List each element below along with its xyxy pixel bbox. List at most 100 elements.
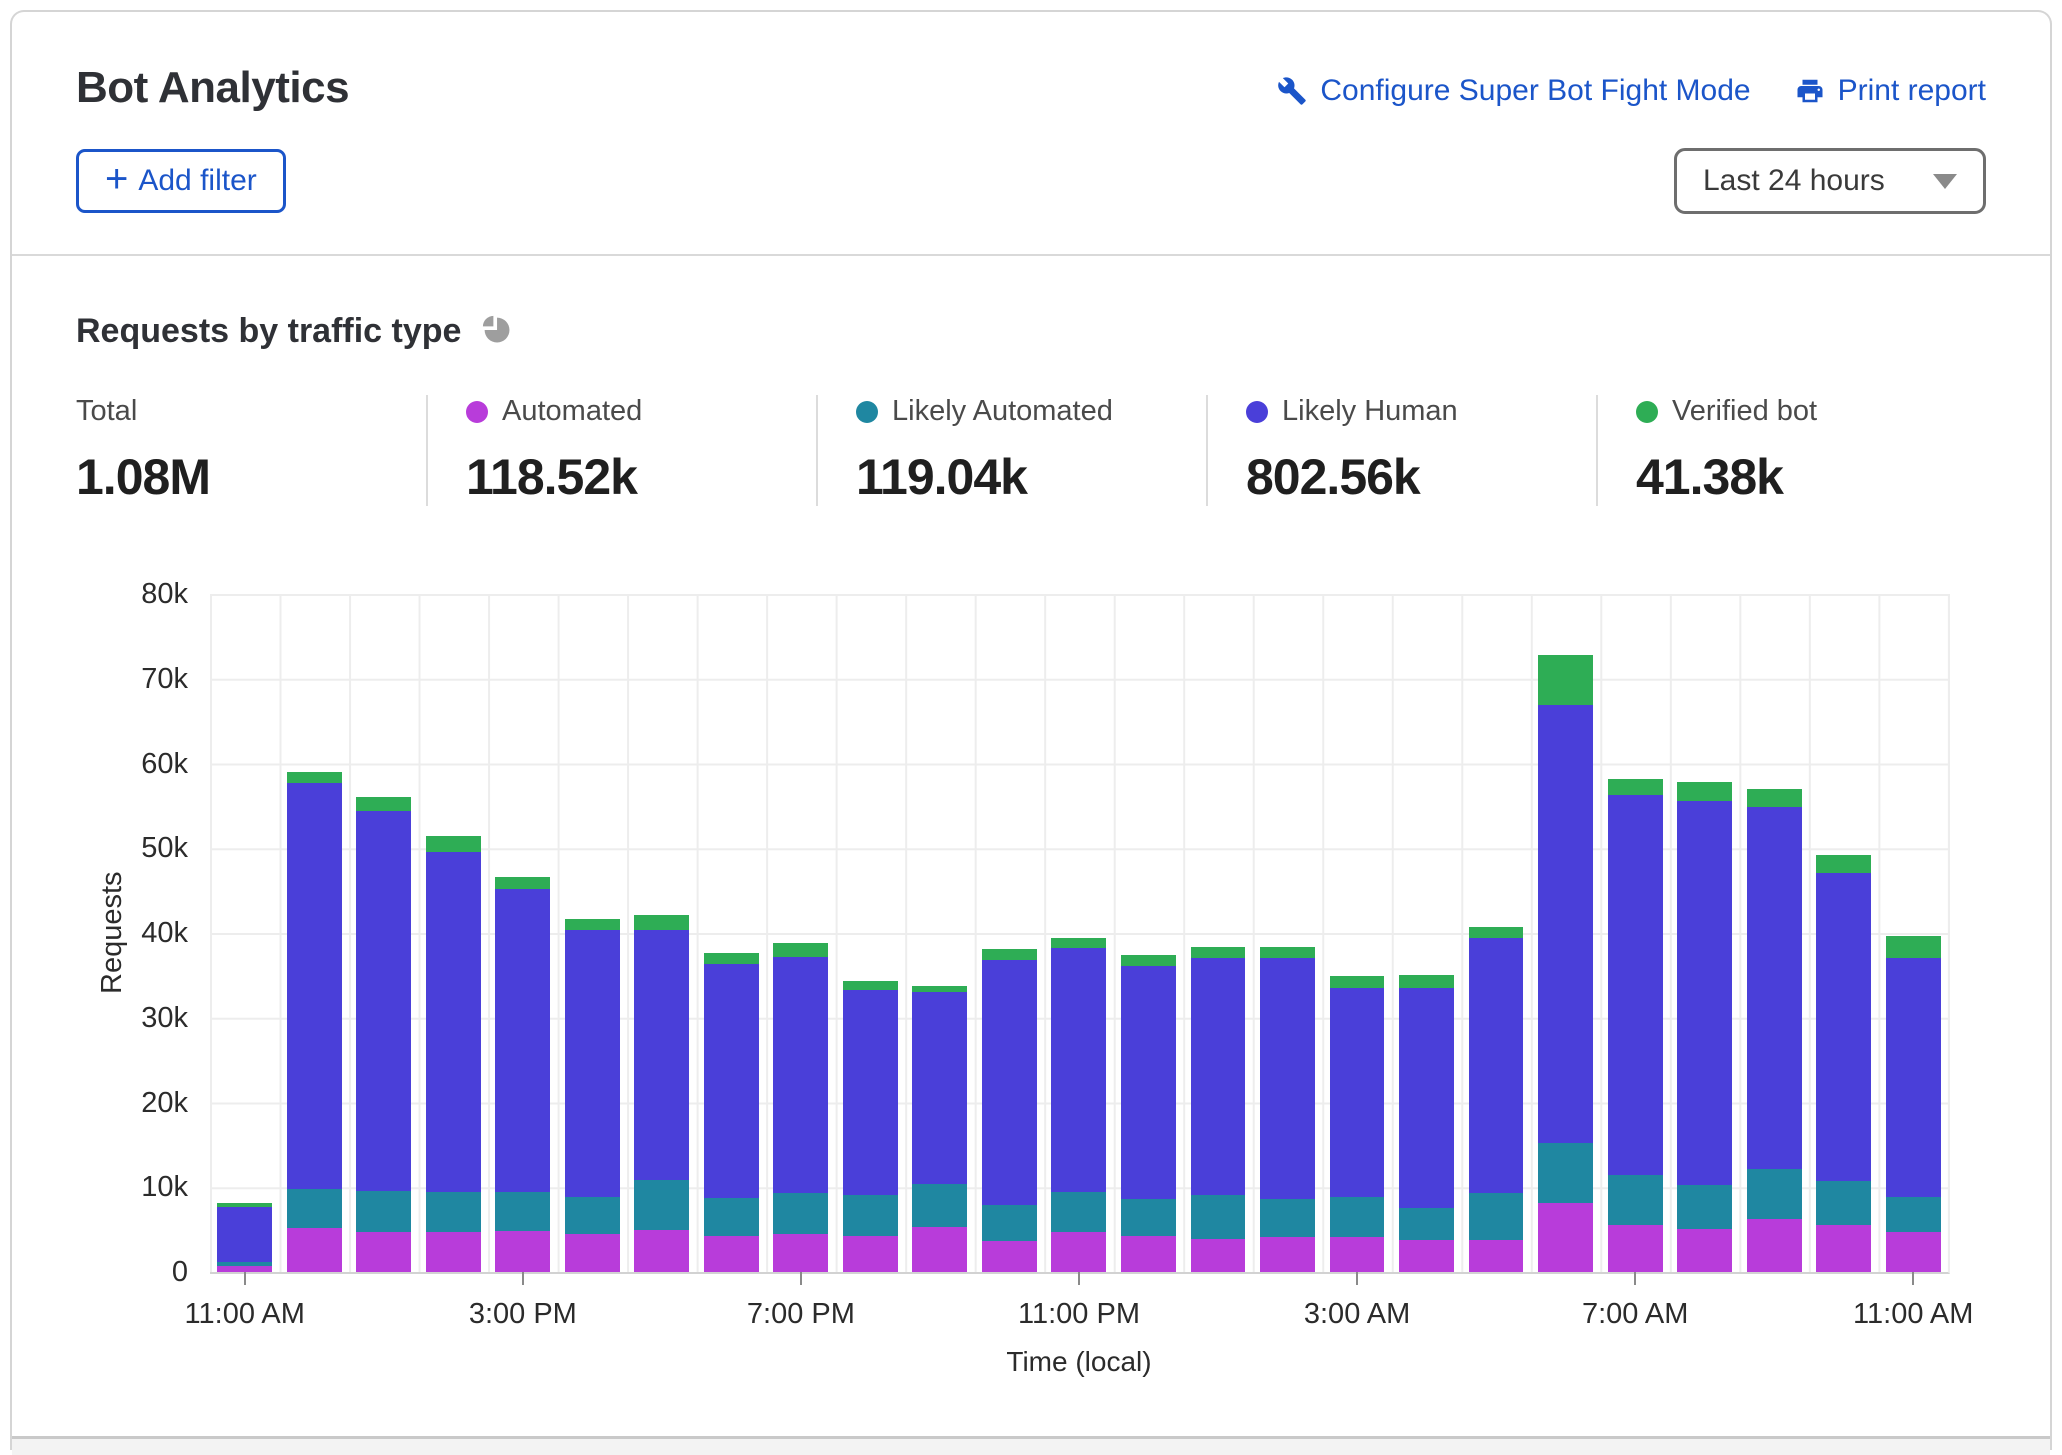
likely-human-legend-dot (1246, 401, 1268, 423)
y-tick-label: 10k (76, 1169, 188, 1205)
configure-link-label: Configure Super Bot Fight Mode (1320, 74, 1750, 108)
bar-segment-likely_human (982, 960, 1037, 1205)
stats-row: Total 1.08M Automated 118.52k Likely Aut… (76, 395, 1986, 506)
bar-segment-automated (843, 1236, 898, 1272)
verified-bot-legend-dot (1636, 401, 1658, 423)
y-axis: 010k20k30k40k50k60k70k80k (76, 594, 188, 1272)
bar-segment-likely_human (1469, 938, 1524, 1193)
stacked-bar[interactable] (287, 772, 342, 1272)
stacked-bar[interactable] (565, 919, 620, 1272)
bar-segment-likely_automated (1886, 1197, 1941, 1232)
bar-slot (349, 797, 419, 1272)
stat-automated[interactable]: Automated 118.52k (426, 395, 816, 506)
bar-segment-verified_bot (1886, 936, 1941, 959)
bar-slot (1044, 938, 1114, 1272)
bar-segment-likely_automated (1051, 1192, 1106, 1233)
bar-segment-verified_bot (1816, 855, 1871, 873)
bar-segment-verified_bot (982, 949, 1037, 960)
bar-segment-automated (773, 1234, 828, 1272)
bar-segment-verified_bot (1121, 955, 1176, 966)
stacked-bar[interactable] (495, 877, 550, 1272)
stacked-bar[interactable] (426, 836, 481, 1272)
stacked-bar[interactable] (773, 943, 828, 1272)
time-range-dropdown[interactable]: Last 24 hours (1674, 148, 1986, 214)
stacked-bar[interactable] (1051, 938, 1106, 1272)
x-tick-mark (800, 1272, 802, 1285)
stacked-bar[interactable] (982, 949, 1037, 1272)
bar-slot (419, 836, 489, 1272)
bar-segment-likely_human (634, 930, 689, 1181)
stat-value: 119.04k (856, 448, 1206, 506)
stacked-bar[interactable] (912, 986, 967, 1272)
stacked-bar[interactable] (1330, 976, 1385, 1272)
stacked-bar[interactable] (1399, 975, 1454, 1272)
stat-label: Verified bot (1672, 395, 1817, 428)
bar-segment-likely_automated (1121, 1199, 1176, 1236)
bar-segment-likely_automated (982, 1205, 1037, 1241)
bar-slot (975, 949, 1045, 1272)
bar-slot (1809, 855, 1879, 1272)
bar-slot (905, 986, 975, 1272)
print-link-label: Print report (1838, 74, 1986, 108)
stat-likely-automated[interactable]: Likely Automated 119.04k (816, 395, 1206, 506)
bar-slot (836, 981, 906, 1272)
chevron-down-icon (1933, 174, 1957, 189)
x-tick-label: 7:00 AM (1582, 1298, 1688, 1331)
bar-segment-likely_human (565, 930, 620, 1197)
bar-segment-automated (1886, 1232, 1941, 1272)
bar-segment-automated (1538, 1203, 1593, 1272)
wrench-icon (1277, 76, 1307, 106)
print-report-link[interactable]: Print report (1795, 74, 1986, 108)
bar-segment-likely_automated (843, 1195, 898, 1236)
stacked-bar[interactable] (1191, 947, 1246, 1272)
bar-segment-likely_automated (773, 1193, 828, 1234)
bar-segment-automated (287, 1228, 342, 1272)
stat-verified-bot[interactable]: Verified bot 41.38k (1596, 395, 1986, 506)
bar-segment-likely_automated (912, 1184, 967, 1227)
bar-slot (1183, 947, 1253, 1272)
stacked-bar[interactable] (704, 953, 759, 1272)
add-filter-button[interactable]: + Add filter (76, 149, 286, 213)
bar-segment-likely_automated (1816, 1181, 1871, 1224)
requests-chart: Requests 010k20k30k40k50k60k70k80k 11:00… (76, 588, 1986, 1368)
stacked-bar[interactable] (1747, 789, 1802, 1272)
stacked-bar[interactable] (1608, 779, 1663, 1272)
bar-segment-automated (982, 1241, 1037, 1272)
bar-slot (697, 953, 767, 1272)
stacked-bar[interactable] (1469, 927, 1524, 1272)
stacked-bar[interactable] (1677, 782, 1732, 1272)
bar-slot (1670, 782, 1740, 1272)
bar-segment-likely_human (1538, 705, 1593, 1143)
bar-slot (627, 915, 697, 1272)
stacked-bar[interactable] (356, 797, 411, 1272)
stacked-bar[interactable] (1816, 855, 1871, 1272)
bar-segment-likely_human (704, 964, 759, 1199)
stat-label: Total (76, 395, 137, 428)
stacked-bar[interactable] (1538, 655, 1593, 1272)
bar-segment-likely_automated (1191, 1195, 1246, 1239)
stacked-bar[interactable] (1260, 947, 1315, 1272)
bar-segment-verified_bot (912, 986, 967, 993)
header-divider (12, 254, 2050, 256)
bar-segment-likely_automated (1330, 1197, 1385, 1238)
bar-segment-likely_human (1747, 807, 1802, 1170)
bar-segment-automated (1121, 1236, 1176, 1272)
x-tick-mark (1912, 1272, 1914, 1285)
stacked-bar[interactable] (634, 915, 689, 1272)
configure-super-bot-fight-mode-link[interactable]: Configure Super Bot Fight Mode (1277, 74, 1750, 108)
bar-slot (280, 772, 350, 1272)
bar-segment-automated (1816, 1225, 1871, 1272)
bar-segment-automated (1608, 1225, 1663, 1272)
bar-segment-automated (1051, 1232, 1106, 1272)
bar-segment-verified_bot (773, 943, 828, 957)
stacked-bar[interactable] (1121, 955, 1176, 1272)
bar-segment-verified_bot (1469, 927, 1524, 938)
stacked-bar[interactable] (843, 981, 898, 1272)
bar-segment-verified_bot (1747, 789, 1802, 807)
stacked-bar[interactable] (217, 1203, 272, 1272)
section-title: Requests by traffic type (76, 312, 461, 351)
stat-likely-human[interactable]: Likely Human 802.56k (1206, 395, 1596, 506)
stacked-bar[interactable] (1886, 936, 1941, 1272)
x-tick-label: 3:00 AM (1304, 1298, 1410, 1331)
bar-segment-likely_human (287, 783, 342, 1189)
